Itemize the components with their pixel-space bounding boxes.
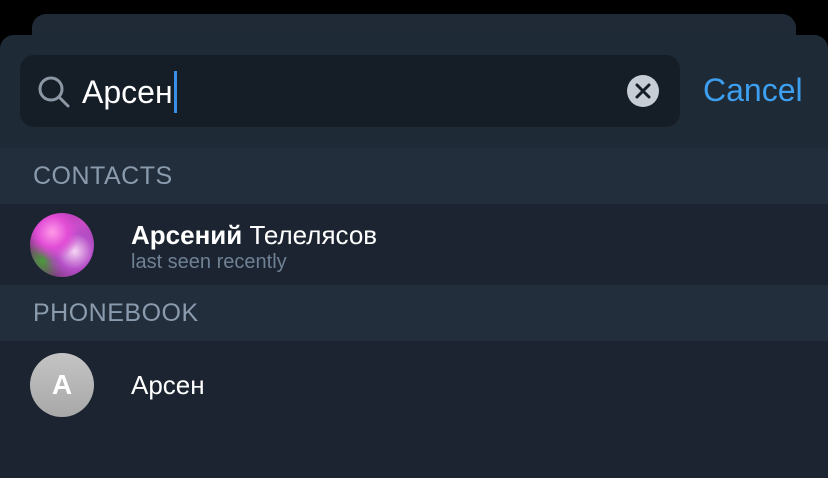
phonebook-section-header: PHONEBOOK — [0, 285, 828, 341]
contact-row[interactable]: Арсений Телелясов last seen recently — [0, 204, 828, 285]
avatar: A — [30, 353, 94, 417]
contacts-section-header: CONTACTS — [0, 148, 828, 204]
contacts-header-label: CONTACTS — [33, 162, 173, 190]
clear-icon — [635, 83, 651, 99]
contact-name: Арсений Телелясов — [131, 220, 377, 250]
contact-status: last seen recently — [131, 251, 287, 273]
search-input[interactable]: Арсен — [82, 71, 177, 113]
phonebook-row[interactable]: A Арсен — [0, 341, 828, 431]
phonebook-name: Арсен — [131, 370, 205, 400]
phonebook-header-label: PHONEBOOK — [33, 299, 199, 327]
search-icon — [38, 76, 70, 108]
avatar — [30, 213, 94, 277]
search-bar: Арсен Cancel — [0, 35, 828, 149]
text-caret — [173, 71, 177, 113]
cancel-button[interactable]: Cancel — [703, 70, 803, 110]
search-query: Арсен — [82, 74, 173, 110]
clear-search-button[interactable] — [627, 75, 659, 107]
search-field[interactable]: Арсен — [20, 55, 680, 127]
contact-last-name: Телелясов — [249, 220, 378, 250]
contact-first-name: Арсений — [131, 220, 243, 250]
search-sheet: Арсен Cancel CONTACTS Арсений Телелясов … — [0, 35, 828, 478]
